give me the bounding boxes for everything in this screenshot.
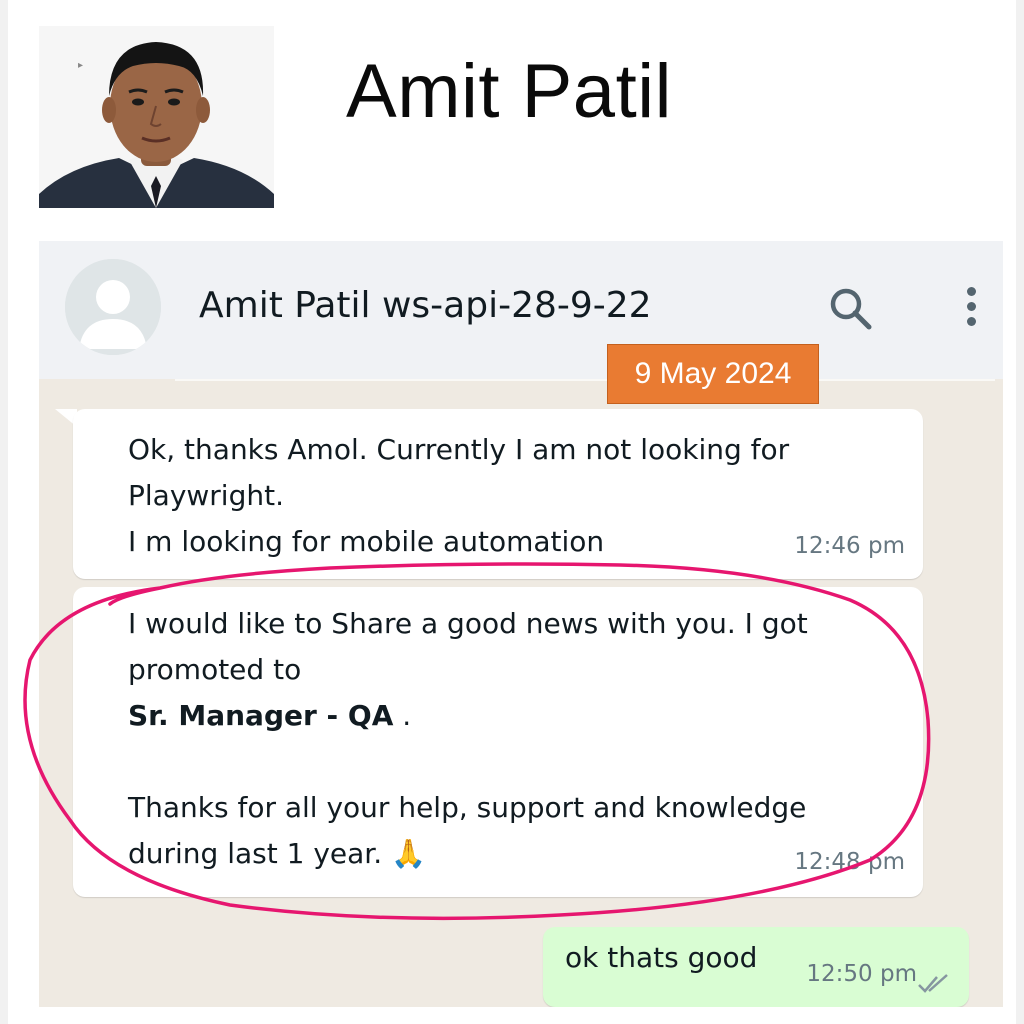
message-line: Playwright. bbox=[128, 479, 284, 512]
right-margin bbox=[1016, 0, 1024, 1024]
chat-header: Amit Patil ws-api-28-9-22 bbox=[39, 241, 1003, 379]
search-icon[interactable] bbox=[827, 285, 875, 333]
default-avatar-icon[interactable] bbox=[65, 259, 161, 355]
profile-photo bbox=[39, 26, 274, 208]
double-check-icon bbox=[918, 974, 948, 993]
incoming-message[interactable]: I would like to Share a good news with y… bbox=[73, 587, 923, 897]
message-line: I would like to Share a good news with y… bbox=[128, 607, 808, 640]
promotion-title: Sr. Manager - QA bbox=[128, 699, 394, 732]
message-line: Sr. Manager - QA . bbox=[128, 693, 923, 739]
message-line: promoted to bbox=[128, 653, 302, 686]
message-time: 12:48 pm bbox=[794, 849, 905, 875]
outgoing-message[interactable]: ok thats good 12:50 pm bbox=[543, 927, 969, 1007]
incoming-message[interactable]: Ok, thanks Amol. Currently I am not look… bbox=[73, 409, 923, 579]
message-time: 12:46 pm bbox=[794, 533, 905, 559]
chat-window: Amit Patil ws-api-28-9-22 9 May 2024 Ok,… bbox=[39, 241, 1003, 1007]
date-divider-line bbox=[175, 379, 995, 381]
cursor-mark: ▸ bbox=[78, 60, 84, 71]
message-line: Thanks for all your help, support and kn… bbox=[128, 791, 807, 824]
date-chip: 9 May 2024 bbox=[607, 344, 819, 404]
kebab-menu-icon[interactable] bbox=[959, 287, 983, 331]
profile-name: Amit Patil bbox=[346, 49, 672, 134]
contact-name[interactable]: Amit Patil ws-api-28-9-22 bbox=[199, 285, 652, 326]
left-margin bbox=[0, 0, 8, 1024]
message-line: Ok, thanks Amol. Currently I am not look… bbox=[128, 433, 790, 466]
promotion-suffix: . bbox=[393, 699, 412, 732]
message-time: 12:50 pm bbox=[806, 961, 917, 987]
